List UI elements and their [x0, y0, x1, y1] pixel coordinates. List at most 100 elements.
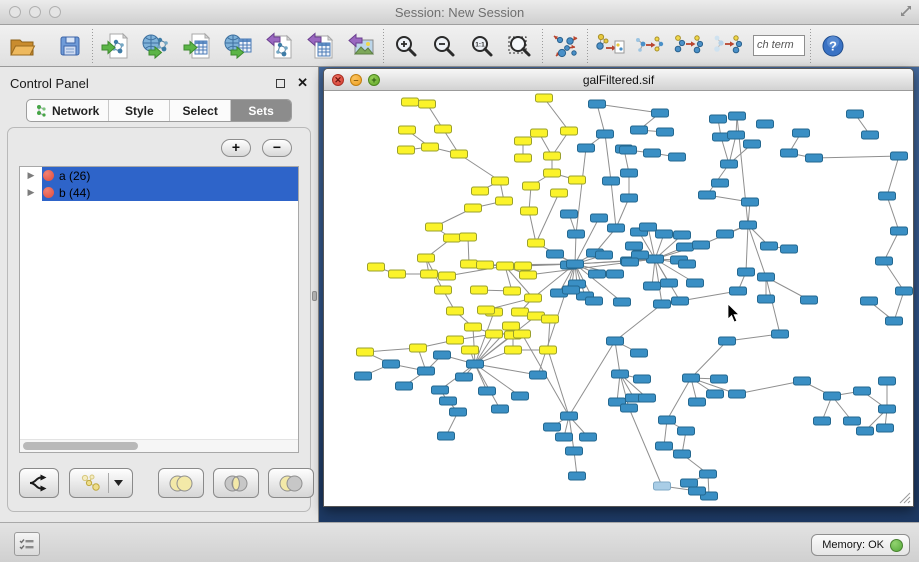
- graph-node[interactable]: [551, 189, 568, 197]
- graph-node[interactable]: [891, 227, 908, 235]
- graph-node[interactable]: [383, 360, 400, 368]
- graph-node[interactable]: [679, 260, 696, 268]
- add-set-button[interactable]: +: [221, 139, 251, 157]
- graph-node[interactable]: [396, 382, 413, 390]
- import-table-file-button[interactable]: [180, 29, 214, 63]
- graph-node[interactable]: [681, 479, 698, 487]
- resize-grip[interactable]: [898, 491, 911, 504]
- graph-node[interactable]: [432, 386, 449, 394]
- graph-node[interactable]: [683, 374, 700, 382]
- graph-node[interactable]: [644, 149, 661, 157]
- graph-node[interactable]: [536, 94, 553, 102]
- graph-node[interactable]: [806, 154, 823, 162]
- graph-node[interactable]: [578, 144, 595, 152]
- graph-node[interactable]: [435, 286, 452, 294]
- list-item[interactable]: ▶ b (44): [20, 184, 298, 201]
- graph-node[interactable]: [368, 263, 385, 271]
- graph-node[interactable]: [512, 308, 529, 316]
- zoom-actual-size-button[interactable]: 1:1: [465, 29, 499, 63]
- graph-node[interactable]: [547, 250, 564, 258]
- graph-node[interactable]: [561, 412, 578, 420]
- graph-node[interactable]: [693, 241, 710, 249]
- graph-node[interactable]: [563, 286, 580, 294]
- graph-node[interactable]: [503, 322, 520, 330]
- graph-node[interactable]: [434, 351, 451, 359]
- graph-node[interactable]: [761, 242, 778, 250]
- horizontal-scrollbar[interactable]: [20, 439, 298, 452]
- graph-node[interactable]: [879, 192, 896, 200]
- graph-node[interactable]: [477, 261, 494, 269]
- network-canvas[interactable]: [324, 91, 913, 506]
- graph-node[interactable]: [422, 143, 439, 151]
- graph-node[interactable]: [729, 390, 746, 398]
- network-view-window[interactable]: ✕ – + galFiltered.sif: [323, 68, 914, 507]
- help-button[interactable]: ?: [816, 29, 850, 63]
- graph-node[interactable]: [654, 482, 671, 490]
- graph-node[interactable]: [492, 405, 509, 413]
- zoom-selected-region-button[interactable]: [503, 29, 537, 63]
- graph-node[interactable]: [496, 197, 513, 205]
- graph-node[interactable]: [647, 255, 664, 263]
- graph-node[interactable]: [631, 349, 648, 357]
- graph-node[interactable]: [622, 258, 639, 266]
- graph-node[interactable]: [757, 120, 774, 128]
- graph-node[interactable]: [669, 153, 686, 161]
- graph-node[interactable]: [505, 346, 522, 354]
- graph-node[interactable]: [801, 296, 818, 304]
- graph-node[interactable]: [402, 98, 419, 106]
- graph-node[interactable]: [824, 392, 841, 400]
- graph-node[interactable]: [621, 404, 638, 412]
- graph-node[interactable]: [781, 149, 798, 157]
- task-history-button[interactable]: [14, 532, 40, 556]
- graph-node[interactable]: [712, 179, 729, 187]
- graph-node[interactable]: [544, 169, 561, 177]
- graph-node[interactable]: [626, 242, 643, 250]
- import-table-web-button[interactable]: [221, 29, 255, 63]
- graph-node[interactable]: [687, 279, 704, 287]
- export-network-button[interactable]: [262, 29, 296, 63]
- graph-node[interactable]: [444, 234, 461, 242]
- graph-node[interactable]: [497, 262, 514, 270]
- zoom-in-button[interactable]: [389, 29, 423, 63]
- create-set-from-network-button[interactable]: [69, 468, 133, 498]
- network-window-titlebar[interactable]: ✕ – + galFiltered.sif: [324, 69, 913, 91]
- scrollbar-thumb[interactable]: [23, 442, 138, 450]
- graph-node[interactable]: [689, 487, 706, 495]
- graph-node[interactable]: [861, 297, 878, 305]
- graph-node[interactable]: [674, 450, 691, 458]
- graph-node[interactable]: [719, 337, 736, 345]
- graph-node[interactable]: [540, 346, 557, 354]
- graph-node[interactable]: [793, 129, 810, 137]
- graph-node[interactable]: [886, 317, 903, 325]
- float-panel-icon[interactable]: [276, 79, 285, 88]
- graph-node[interactable]: [439, 272, 456, 280]
- graph-node[interactable]: [657, 128, 674, 136]
- graph-node[interactable]: [461, 260, 478, 268]
- graph-node[interactable]: [561, 127, 578, 135]
- zoom-window-icon[interactable]: [49, 6, 61, 18]
- graph-node[interactable]: [814, 417, 831, 425]
- graph-node[interactable]: [717, 230, 734, 238]
- graph-node[interactable]: [486, 330, 503, 338]
- expander-icon[interactable]: ▶: [20, 184, 42, 201]
- graph-node[interactable]: [421, 270, 438, 278]
- search-input[interactable]: ch term: [753, 35, 805, 56]
- graph-node[interactable]: [607, 337, 624, 345]
- graph-node[interactable]: [544, 423, 561, 431]
- graph-node[interactable]: [556, 433, 573, 441]
- tab-sets[interactable]: Sets: [231, 100, 291, 121]
- fullscreen-icon[interactable]: [899, 4, 913, 18]
- graph-node[interactable]: [410, 344, 427, 352]
- graph-node[interactable]: [700, 470, 717, 478]
- export-table-button[interactable]: [303, 29, 337, 63]
- graph-node[interactable]: [740, 221, 757, 229]
- import-network-file-button[interactable]: [98, 29, 132, 63]
- graph-node[interactable]: [621, 194, 638, 202]
- graph-node[interactable]: [530, 371, 547, 379]
- minimize-network-icon[interactable]: –: [350, 74, 362, 86]
- graph-node[interactable]: [479, 387, 496, 395]
- graph-node[interactable]: [472, 187, 489, 195]
- minimize-window-icon[interactable]: [29, 6, 41, 18]
- graph-node[interactable]: [879, 405, 896, 413]
- graph-node[interactable]: [418, 254, 435, 262]
